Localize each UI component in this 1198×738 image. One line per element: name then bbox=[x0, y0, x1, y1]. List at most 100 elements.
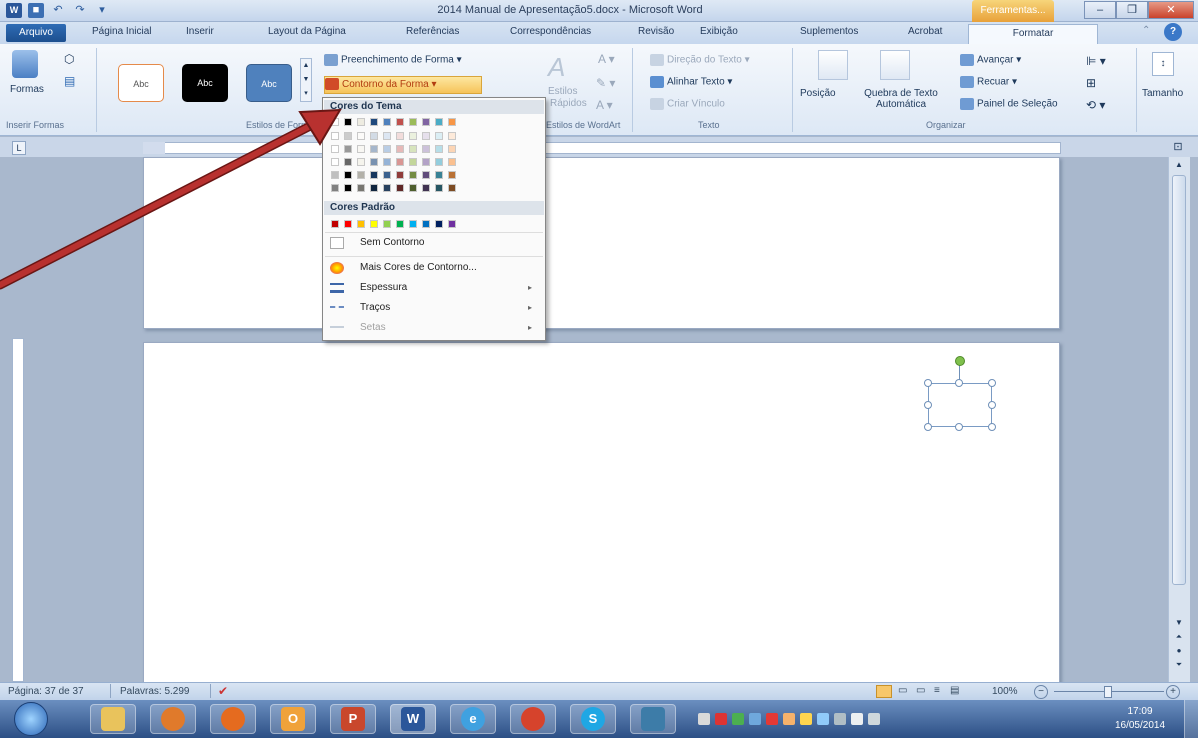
tab-referencias[interactable]: Referências bbox=[406, 26, 459, 37]
theme-color-swatch[interactable] bbox=[383, 158, 391, 166]
network-icon[interactable] bbox=[834, 713, 846, 725]
scroll-up-icon[interactable]: ▲ bbox=[1172, 160, 1186, 172]
theme-color-swatch[interactable] bbox=[435, 184, 443, 192]
redo-icon[interactable]: ↷ bbox=[72, 3, 88, 18]
theme-color-swatch[interactable] bbox=[448, 145, 456, 153]
close-button[interactable]: ✕ bbox=[1148, 1, 1194, 19]
position-button-label[interactable]: Posição bbox=[800, 88, 836, 99]
theme-color-swatch[interactable] bbox=[422, 145, 430, 153]
zoom-out-icon[interactable]: − bbox=[1034, 685, 1048, 699]
outlook-taskbar-button[interactable]: O bbox=[270, 704, 316, 734]
theme-color-swatch[interactable] bbox=[435, 158, 443, 166]
tray-icon[interactable] bbox=[749, 713, 761, 725]
theme-color-swatch[interactable] bbox=[396, 132, 404, 140]
explorer-taskbar-button[interactable] bbox=[90, 704, 136, 734]
zoom-slider-thumb[interactable] bbox=[1104, 686, 1112, 698]
web-layout-view-icon[interactable]: ▭ bbox=[916, 685, 925, 696]
align-text-button[interactable]: Alinhar Texto ▾ bbox=[650, 76, 732, 88]
internet-explorer-taskbar-button[interactable]: e bbox=[450, 704, 496, 734]
minimize-ribbon-icon[interactable]: ⌃ bbox=[1142, 25, 1150, 36]
theme-color-swatch[interactable] bbox=[370, 171, 378, 179]
theme-color-swatch[interactable] bbox=[396, 184, 404, 192]
text-box-icon[interactable]: ▤ bbox=[64, 74, 75, 88]
show-desktop-button[interactable] bbox=[1184, 700, 1198, 738]
windows-start-icon[interactable] bbox=[14, 702, 48, 736]
theme-color-swatch[interactable] bbox=[435, 132, 443, 140]
style-sample-black[interactable]: Abc bbox=[182, 64, 228, 102]
vertical-ruler[interactable] bbox=[12, 338, 24, 682]
theme-color-swatch[interactable] bbox=[383, 118, 391, 126]
theme-color-swatch[interactable] bbox=[422, 118, 430, 126]
theme-color-swatch[interactable] bbox=[409, 145, 417, 153]
skype-taskbar-button[interactable]: S bbox=[570, 704, 616, 734]
app-taskbar-button[interactable] bbox=[630, 704, 676, 734]
theme-color-swatch[interactable] bbox=[409, 118, 417, 126]
text-direction-button[interactable]: Direção do Texto ▾ bbox=[650, 54, 750, 66]
zoom-level[interactable]: 100% bbox=[992, 686, 1018, 697]
standard-color-swatch[interactable] bbox=[383, 220, 391, 228]
theme-color-swatch[interactable] bbox=[370, 184, 378, 192]
save-icon[interactable]: ■ bbox=[28, 3, 44, 18]
theme-color-swatch[interactable] bbox=[370, 145, 378, 153]
position-icon[interactable] bbox=[818, 50, 848, 80]
theme-color-swatch[interactable] bbox=[396, 145, 404, 153]
zoom-in-icon[interactable]: + bbox=[1166, 685, 1180, 699]
word-taskbar-button[interactable]: W bbox=[390, 704, 436, 734]
theme-color-swatch[interactable] bbox=[396, 171, 404, 179]
send-backward-button[interactable]: Recuar ▾ bbox=[960, 76, 1017, 88]
tray-icon[interactable] bbox=[766, 713, 778, 725]
tab-formatar[interactable]: Formatar bbox=[968, 24, 1098, 44]
styles-gallery-scroll[interactable]: ▲ ▼ ▾ bbox=[300, 58, 312, 102]
group-objects-icon[interactable]: ⊞ bbox=[1086, 76, 1096, 90]
rotation-handle[interactable] bbox=[955, 356, 965, 366]
tab-arquivo[interactable]: Arquivo bbox=[6, 24, 66, 42]
tray-icon[interactable] bbox=[715, 713, 727, 725]
tab-correspondencias[interactable]: Correspondências bbox=[510, 26, 591, 37]
theme-color-swatch[interactable] bbox=[383, 132, 391, 140]
standard-color-swatch[interactable] bbox=[435, 220, 443, 228]
quick-styles-fragment[interactable]: Estilos bbox=[548, 86, 577, 97]
media-player-taskbar-button[interactable] bbox=[150, 704, 196, 734]
theme-color-swatch[interactable] bbox=[409, 132, 417, 140]
align-objects-icon[interactable]: ⊫ ▾ bbox=[1086, 54, 1106, 68]
edit-shape-icon[interactable]: ⬡ bbox=[64, 52, 74, 66]
quick-styles-fragment-2[interactable]: Rápidos bbox=[550, 98, 587, 109]
shapes-icon[interactable] bbox=[12, 50, 38, 78]
theme-color-swatch[interactable] bbox=[448, 158, 456, 166]
tray-icon[interactable] bbox=[800, 713, 812, 725]
print-layout-view-icon[interactable] bbox=[876, 685, 892, 698]
arrows-item[interactable]: Setas ▸ bbox=[324, 318, 544, 338]
size-icon[interactable]: ↕ bbox=[1152, 52, 1174, 76]
standard-color-swatch[interactable] bbox=[448, 220, 456, 228]
page-count[interactable]: Página: 37 de 37 bbox=[8, 686, 84, 697]
next-page-icon[interactable]: ⏷ bbox=[1172, 660, 1186, 670]
previous-page-icon[interactable]: ⏶ bbox=[1172, 632, 1186, 642]
restore-button[interactable]: ❐ bbox=[1116, 1, 1148, 19]
firefox-taskbar-button[interactable] bbox=[210, 704, 256, 734]
wrap-text-icon[interactable] bbox=[880, 50, 910, 80]
resize-handle[interactable] bbox=[924, 423, 932, 431]
dashes-item[interactable]: Traços ▸ bbox=[324, 298, 544, 318]
theme-color-swatch[interactable] bbox=[370, 118, 378, 126]
tray-icon[interactable] bbox=[732, 713, 744, 725]
undo-icon[interactable]: ↶ bbox=[50, 3, 66, 18]
view-ruler-icon[interactable]: ⊡ bbox=[1170, 140, 1186, 156]
draft-view-icon[interactable]: ▤ bbox=[950, 685, 959, 696]
theme-color-swatch[interactable] bbox=[422, 158, 430, 166]
tray-icon[interactable] bbox=[783, 713, 795, 725]
tab-exibicao[interactable]: Exibição bbox=[700, 26, 738, 37]
resize-handle[interactable] bbox=[955, 423, 963, 431]
proofing-icon[interactable]: ✔ bbox=[218, 684, 228, 698]
shape-outline-button[interactable]: Contorno da Forma ▾ bbox=[324, 76, 482, 94]
theme-color-swatch[interactable] bbox=[435, 118, 443, 126]
tab-layout-da-pagina[interactable]: Layout da Página bbox=[268, 26, 346, 37]
tray-icon[interactable] bbox=[698, 713, 710, 725]
browse-object-icon[interactable]: ● bbox=[1172, 646, 1186, 656]
volume-icon[interactable] bbox=[868, 713, 880, 725]
text-outline-icon[interactable]: ✎ ▾ bbox=[596, 76, 615, 90]
full-screen-view-icon[interactable]: ▭ bbox=[898, 685, 907, 696]
chrome-taskbar-button[interactable] bbox=[510, 704, 556, 734]
word-app-icon[interactable]: W bbox=[6, 3, 22, 18]
tab-suplementos[interactable]: Suplementos bbox=[800, 26, 858, 37]
tab-revisao[interactable]: Revisão bbox=[638, 26, 674, 37]
